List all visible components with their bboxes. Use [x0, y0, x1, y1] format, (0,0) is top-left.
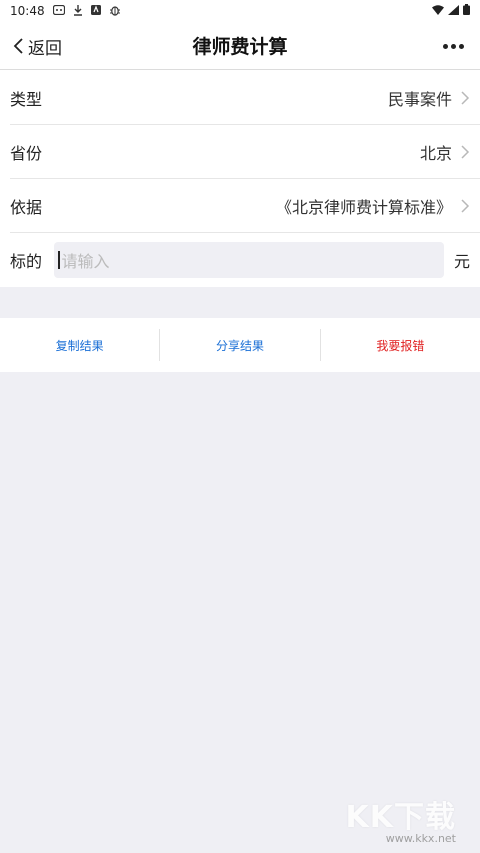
signal-icon	[448, 4, 459, 18]
result-area: KK下载 www.kkx.net	[0, 372, 480, 853]
back-label: 返回	[28, 38, 62, 59]
basis-row[interactable]: 依据 《北京律师费计算标准》	[10, 179, 480, 233]
province-row[interactable]: 省份 北京	[10, 125, 480, 179]
amount-label: 标的	[10, 252, 43, 271]
share-result-button[interactable]: 分享结果	[159, 329, 319, 361]
watermark-logo: KK下载	[345, 800, 456, 835]
chevron-right-icon	[461, 90, 470, 105]
type-row[interactable]: 类型 民事案件	[10, 71, 480, 125]
message-icon	[52, 4, 65, 17]
province-value: 北京	[419, 143, 452, 163]
back-button[interactable]: 返回	[12, 22, 62, 70]
chevron-right-icon	[461, 144, 470, 159]
copy-result-button[interactable]: 复制结果	[0, 329, 159, 361]
page-title: 律师费计算	[192, 36, 288, 58]
type-label: 类型	[10, 89, 43, 109]
amount-row: 标的 请输入 元	[10, 233, 480, 287]
nav-bar: 返回 律师费计算	[0, 22, 480, 70]
chevron-left-icon	[13, 38, 23, 54]
more-options-icon[interactable]	[443, 22, 464, 70]
section-divider	[0, 287, 480, 318]
amount-input[interactable]: 请输入	[54, 242, 444, 278]
battery-icon	[463, 4, 470, 18]
fee-form: 类型 民事案件 省份 北京 依据 《北京律师费计算标准》 标的 请输入 元	[0, 71, 480, 287]
amount-unit: 元	[453, 252, 470, 271]
wifi-icon	[432, 4, 444, 18]
basis-value: 《北京律师费计算标准》	[275, 197, 452, 217]
text-cursor	[58, 251, 60, 269]
report-error-button[interactable]: 我要报错	[319, 329, 480, 361]
action-bar: 复制结果 分享结果 我要报错	[0, 318, 480, 372]
download-icon	[73, 4, 83, 18]
type-value: 民事案件	[387, 89, 452, 109]
bug-icon	[109, 5, 121, 18]
amount-placeholder: 请输入	[61, 252, 110, 271]
chevron-right-icon	[461, 198, 470, 213]
basis-label: 依据	[10, 197, 43, 217]
province-label: 省份	[10, 143, 43, 163]
app-icon	[90, 5, 101, 17]
watermark: KK下载 www.kkx.net	[346, 792, 457, 845]
status-time: 10:48	[10, 4, 45, 18]
status-bar: 10:48	[0, 0, 480, 22]
